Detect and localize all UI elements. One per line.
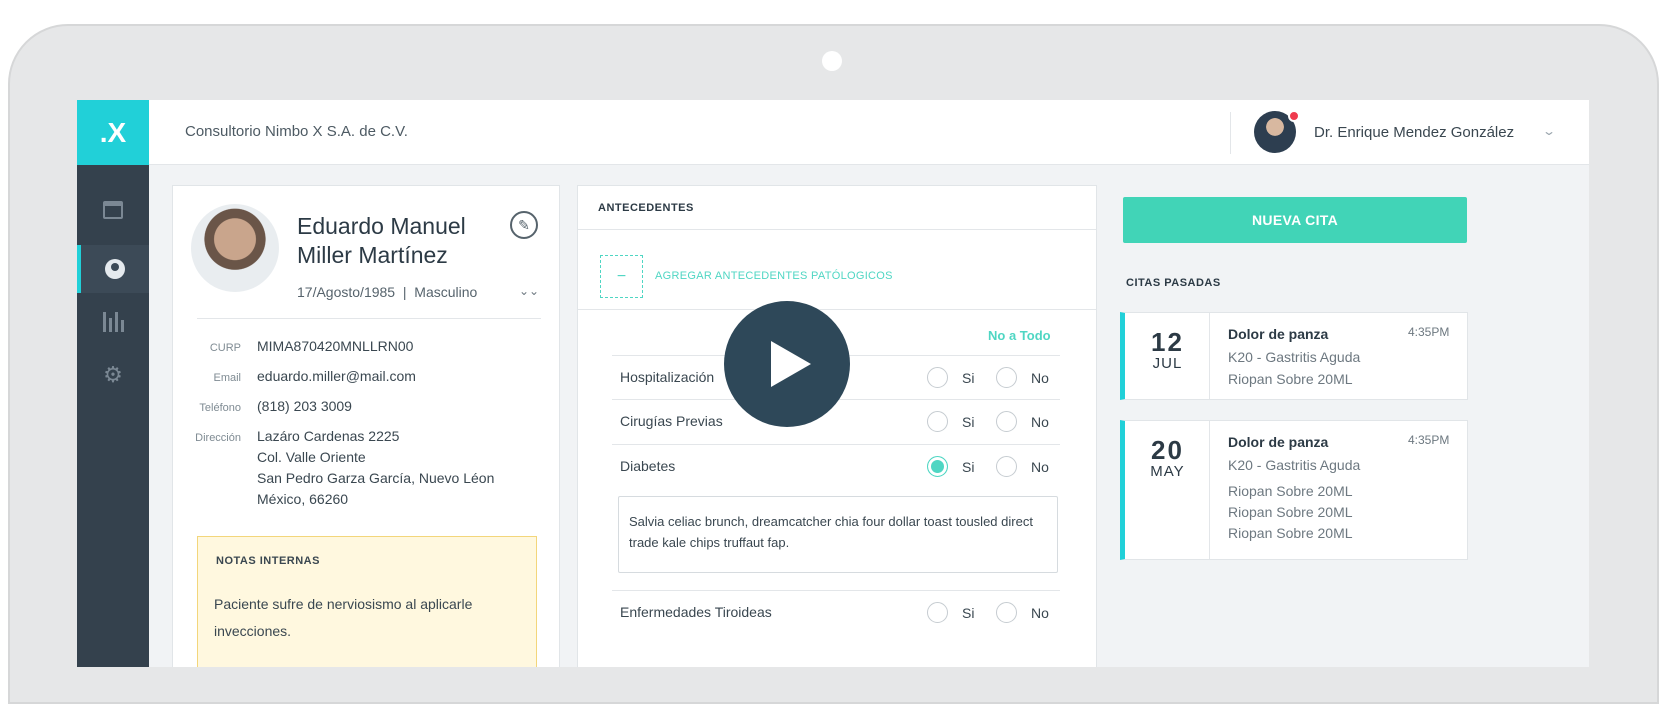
- appointment-detail: Riopan Sobre 20ML: [1228, 371, 1353, 387]
- appointment-detail: Riopan Sobre 20ML: [1228, 504, 1353, 520]
- camera-dot: [822, 51, 842, 71]
- radio-si-label: Si: [962, 414, 975, 430]
- phone-label: Teléfono: [199, 402, 241, 414]
- condition-label: Diabetes: [620, 458, 676, 474]
- stats-icon: [102, 312, 124, 332]
- appointment-card[interactable]: 12 JUL Dolor de panza 4:35PM K20 - Gastr…: [1120, 312, 1468, 400]
- expand-chevron-icon[interactable]: ⌄⌄: [519, 284, 539, 298]
- top-bar: .X Consultorio Nimbo X S.A. de C.V. Dr. …: [77, 100, 1589, 165]
- condition-row: Enfermedades Tiroideas Si No: [612, 590, 1060, 635]
- patient-photo: [191, 204, 279, 292]
- radio-si-label: Si: [962, 605, 975, 621]
- condition-label: Hospitalización: [620, 369, 715, 385]
- sidebar-item-calendar[interactable]: [77, 186, 149, 234]
- radio-no[interactable]: [996, 367, 1017, 388]
- condition-row: Diabetes Si No: [612, 444, 1060, 489]
- add-antecedentes-link[interactable]: AGREGAR ANTECEDENTES PATÓLOGICOS: [655, 270, 893, 282]
- radio-si-selected[interactable]: [927, 456, 948, 477]
- condition-label: Cirugías Previas: [620, 413, 723, 429]
- curp-label: CURP: [209, 342, 241, 354]
- radio-no[interactable]: [996, 411, 1017, 432]
- video-play-button[interactable]: [724, 301, 850, 427]
- radio-no-label: No: [1031, 414, 1049, 430]
- radio-no-label: No: [1031, 459, 1049, 475]
- chevron-down-icon[interactable]: ⌄: [1542, 124, 1556, 138]
- appointment-month: MAY: [1150, 463, 1185, 480]
- gear-icon: ⚙: [103, 362, 123, 387]
- appointment-reason: Dolor de panza: [1228, 326, 1329, 342]
- address-line: San Pedro Garza García, Nuevo Léon: [257, 470, 495, 486]
- email-value[interactable]: eduardo.miller@mail.com: [257, 366, 416, 387]
- appointment-detail: K20 - Gastritis Aguda: [1228, 349, 1361, 365]
- appointment-date: 20 MAY: [1125, 421, 1210, 559]
- birth-gender: 17/Agosto/1985 | Masculino: [297, 284, 478, 300]
- play-icon: [771, 341, 811, 387]
- app-screen: .X Consultorio Nimbo X S.A. de C.V. Dr. …: [77, 100, 1589, 667]
- notes-title: NOTAS INTERNAS: [216, 555, 320, 567]
- diabetes-notes-textarea[interactable]: Salvia celiac brunch, dreamcatcher chia …: [618, 496, 1058, 573]
- radio-no-label: No: [1031, 370, 1049, 386]
- sidebar-item-settings[interactable]: ⚙: [77, 351, 149, 399]
- radio-si[interactable]: [927, 411, 948, 432]
- address-line: Lazáro Cardenas 2225: [257, 428, 400, 444]
- patient-name: Eduardo Manuel Miller Martínez: [297, 212, 487, 270]
- appointment-detail: Riopan Sobre 20ML: [1228, 525, 1353, 541]
- appointment-reason: Dolor de panza: [1228, 434, 1329, 450]
- address-line: México, 66260: [257, 491, 349, 507]
- radio-no-label: No: [1031, 605, 1049, 621]
- condition-row: Cirugías Previas Si No: [612, 399, 1060, 444]
- appointment-date: 12 JUL: [1125, 313, 1210, 399]
- no-a-todo-button[interactable]: No a Todo: [988, 328, 1051, 343]
- radio-no[interactable]: [996, 456, 1017, 477]
- radio-si-label: Si: [962, 370, 975, 386]
- patient-name-line1: Eduardo Manuel: [297, 213, 466, 239]
- user-name[interactable]: Dr. Enrique Mendez González: [1314, 124, 1514, 141]
- divider: [197, 318, 541, 319]
- appointment-card[interactable]: 20 MAY Dolor de panza 4:35PM K20 - Gastr…: [1120, 420, 1468, 560]
- appointment-detail: K20 - Gastritis Aguda: [1228, 457, 1361, 473]
- appointment-month: JUL: [1152, 355, 1183, 372]
- email-label: Email: [213, 372, 241, 384]
- internal-notes: NOTAS INTERNAS Paciente sufre de nervios…: [197, 536, 537, 667]
- edit-button[interactable]: ✎: [510, 211, 538, 239]
- sidebar-item-stats[interactable]: [77, 298, 149, 346]
- notes-text[interactable]: Paciente sufre de nerviosismo al aplicar…: [214, 591, 514, 645]
- patient-card: Eduardo Manuel Miller Martínez ✎ 17/Agos…: [172, 185, 560, 667]
- add-antecedentes-row[interactable]: − AGREGAR ANTECEDENTES PATÓLOGICOS: [578, 230, 1096, 310]
- appointment-detail: Riopan Sobre 20ML: [1228, 483, 1353, 499]
- address-line: Col. Valle Oriente: [257, 449, 366, 465]
- user-icon: [105, 259, 125, 279]
- address-value: Lazáro Cardenas 2225 Col. Valle Oriente …: [257, 426, 494, 510]
- calendar-icon: [103, 201, 123, 219]
- radio-si[interactable]: [927, 367, 948, 388]
- patient-name-line2: Miller Martínez: [297, 242, 448, 268]
- pencil-icon: ✎: [518, 216, 530, 233]
- app-logo[interactable]: .X: [77, 100, 149, 165]
- nueva-cita-button[interactable]: NUEVA CITA: [1123, 197, 1467, 243]
- notification-dot: [1288, 110, 1300, 122]
- phone-value[interactable]: (818) 203 3009: [257, 396, 352, 417]
- condition-label: Enfermedades Tiroideas: [620, 604, 772, 620]
- company-name: Consultorio Nimbo X S.A. de C.V.: [185, 123, 408, 140]
- radio-si-label: Si: [962, 459, 975, 475]
- sidebar-item-patients[interactable]: [77, 245, 149, 293]
- appointment-time: 4:35PM: [1408, 433, 1450, 447]
- radio-no[interactable]: [996, 602, 1017, 623]
- citas-pasadas-title: CITAS PASADAS: [1126, 277, 1221, 289]
- antecedentes-card: ANTECEDENTES − AGREGAR ANTECEDENTES PATÓ…: [577, 185, 1097, 667]
- curp-value: MIMA870420MNLLRN00: [257, 338, 414, 354]
- address-label: Dirección: [195, 432, 241, 444]
- radio-si[interactable]: [927, 602, 948, 623]
- sidebar: ⚙: [77, 165, 149, 667]
- divider: [1230, 112, 1231, 154]
- appointment-day: 20: [1151, 435, 1184, 465]
- antecedentes-title: ANTECEDENTES: [598, 202, 694, 214]
- antecedentes-header: ANTECEDENTES: [578, 186, 1096, 230]
- appointment-time: 4:35PM: [1408, 325, 1450, 339]
- appointment-day: 12: [1151, 327, 1184, 357]
- collapse-icon[interactable]: −: [600, 255, 643, 298]
